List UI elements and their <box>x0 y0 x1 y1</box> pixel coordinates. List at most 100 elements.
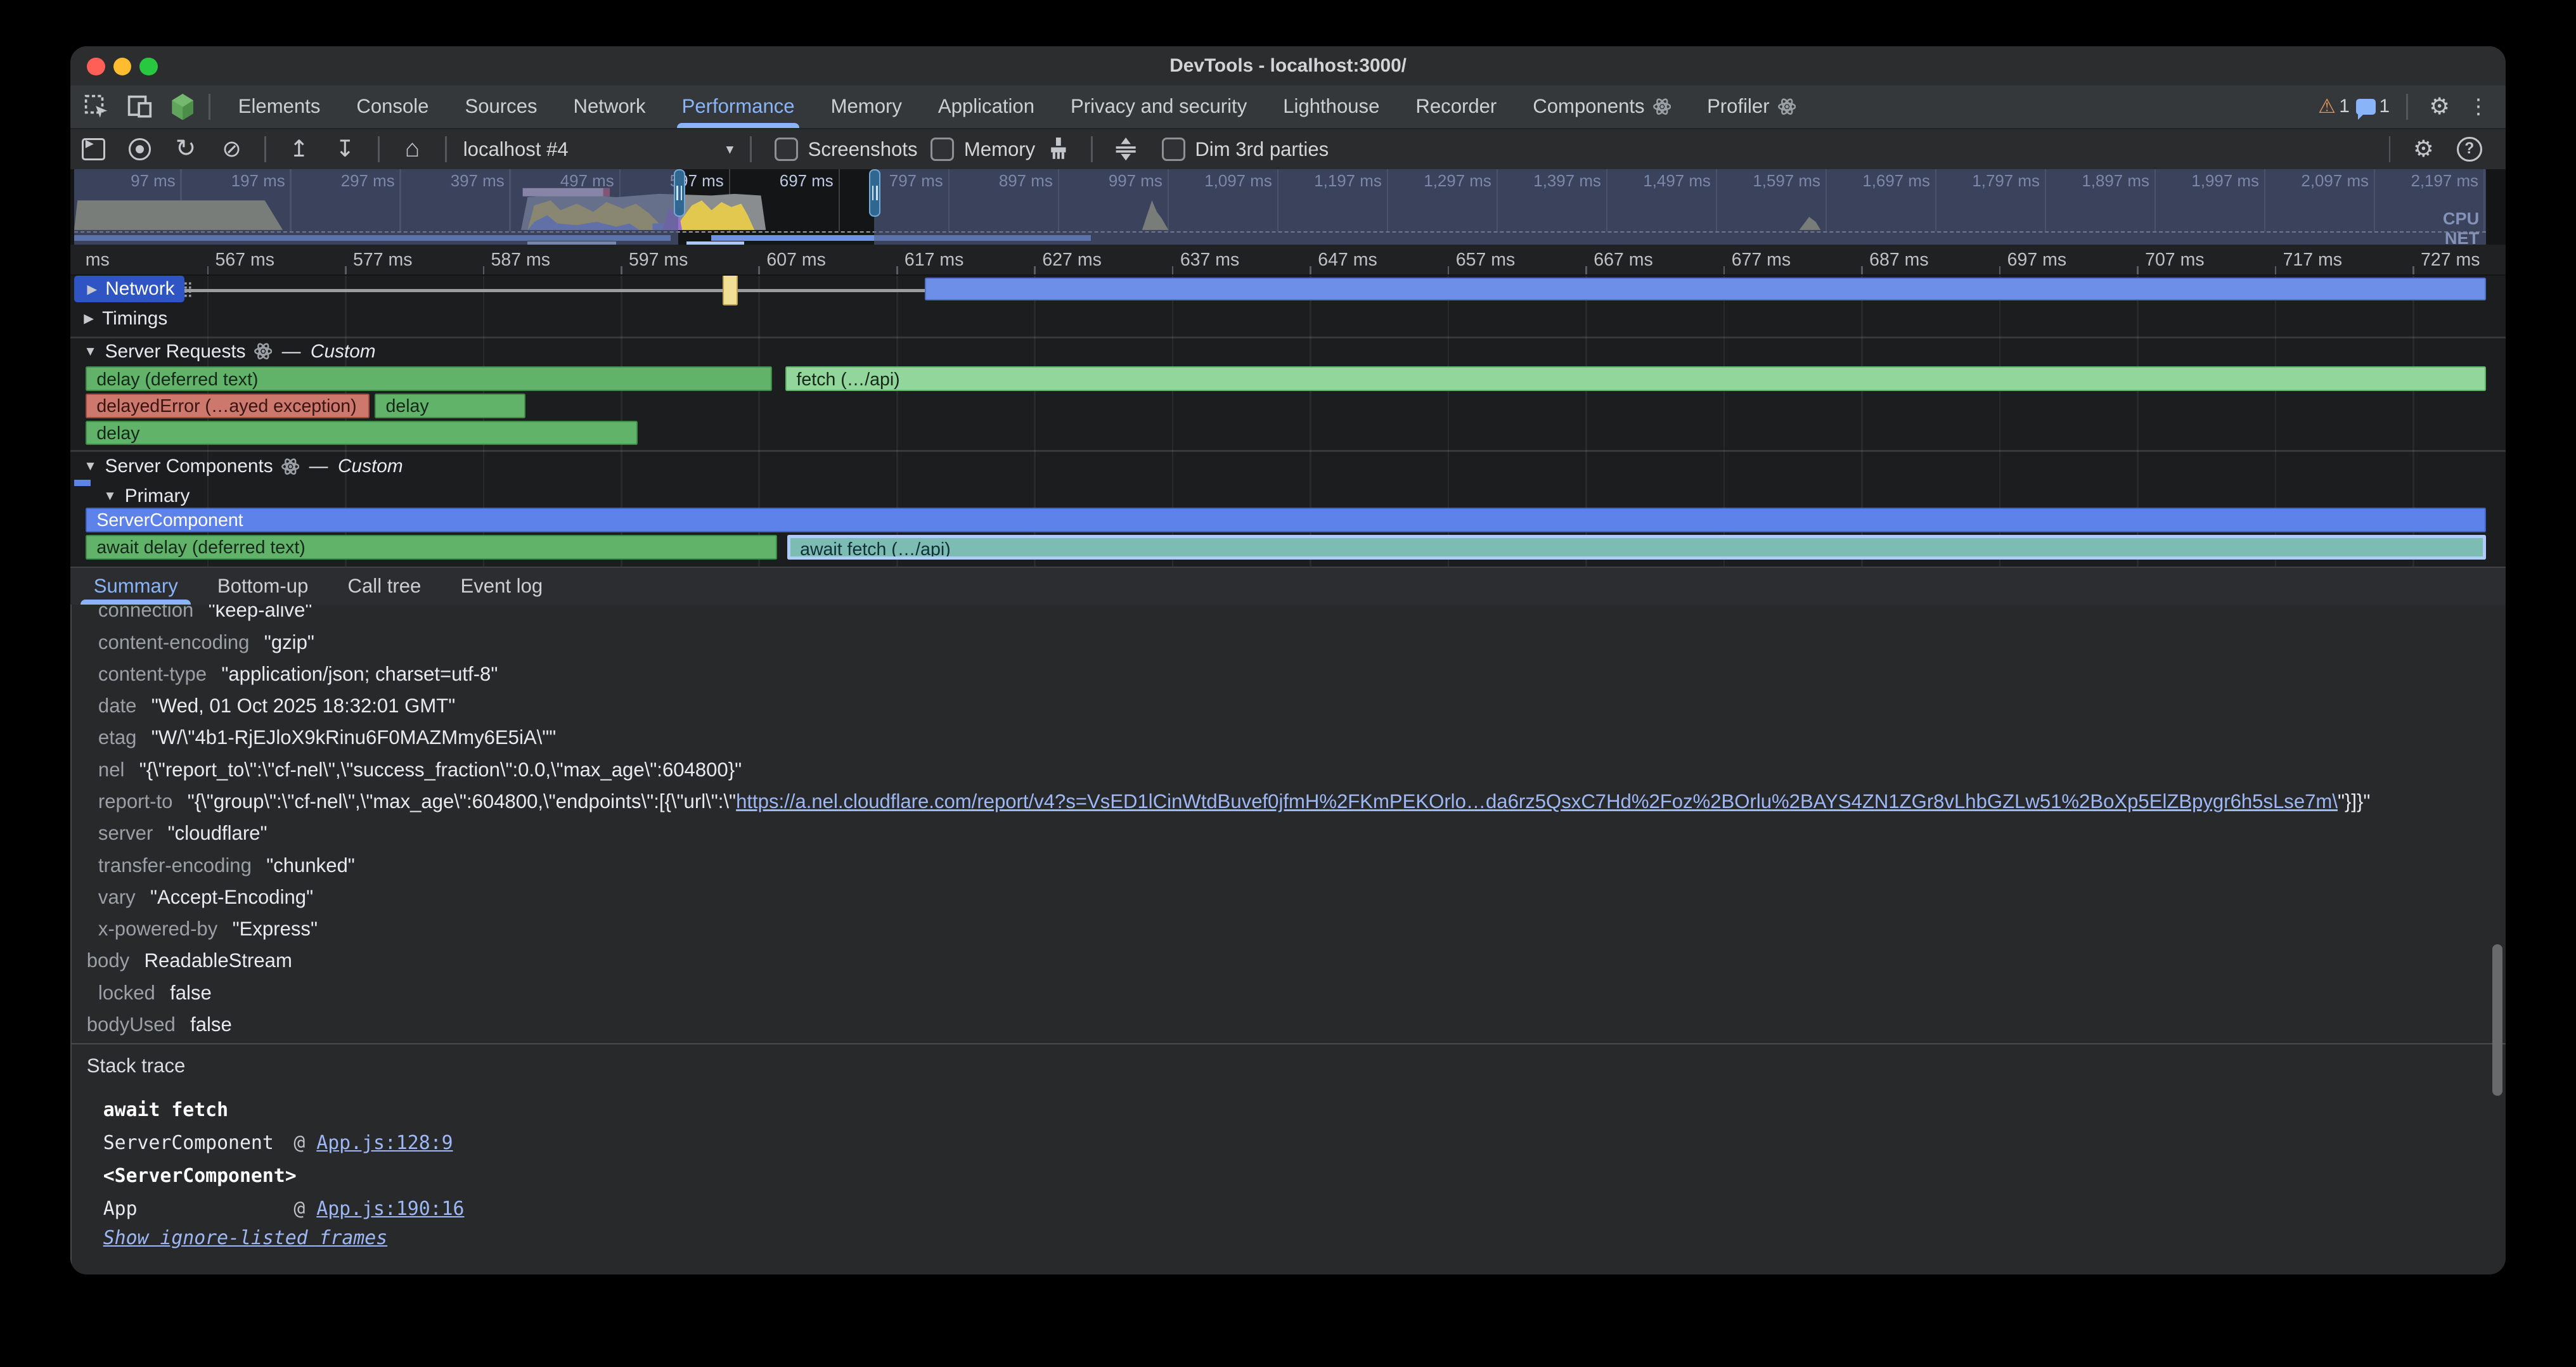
frame-name: ServerComponent <box>103 1132 274 1154</box>
flame-bar[interactable]: delay (deferred text) <box>86 366 772 391</box>
track-server-components[interactable]: ▼ Server Components — Custom <box>70 453 2505 479</box>
show-ignore-listed-frames-link[interactable]: Show ignore-listed frames <box>103 1227 387 1249</box>
details-tab-event-log[interactable]: Event log <box>444 568 559 605</box>
history-select[interactable]: localhost #4 ▾ <box>463 138 733 161</box>
issues-icon[interactable] <box>2356 99 2376 115</box>
header-key: report-to <box>98 790 173 812</box>
dim-3rd-parties-label[interactable]: Dim 3rd parties <box>1195 138 1329 161</box>
details-tab-summary[interactable]: Summary <box>77 568 195 605</box>
tab-profiler[interactable]: Profiler <box>1689 86 1814 128</box>
track-label: Network <box>105 278 174 300</box>
settings-gear-icon[interactable]: ⚙ <box>2429 95 2450 118</box>
tab-console[interactable]: Console <box>338 86 447 128</box>
track-primary[interactable]: ▼ Primary <box>70 483 2505 509</box>
collapse-icon[interactable]: ▼ <box>84 459 97 474</box>
tab-memory[interactable]: Memory <box>813 86 920 128</box>
tab-privacy-and-security[interactable]: Privacy and security <box>1053 86 1265 128</box>
collapse-icon[interactable]: ▼ <box>103 489 117 504</box>
header-key: body <box>87 949 129 972</box>
expand-icon[interactable]: ▶ <box>84 311 94 326</box>
inspect-element-icon[interactable] <box>80 91 113 124</box>
dim-3rd-parties-checkbox[interactable] <box>1162 138 1185 161</box>
ruler-tick <box>2275 266 2277 274</box>
ruler-tick <box>1585 266 1587 274</box>
tab-network[interactable]: Network <box>555 86 664 128</box>
home-icon[interactable]: ⌂ <box>399 136 425 162</box>
tab-lighthouse[interactable]: Lighthouse <box>1265 86 1398 128</box>
flame-bar[interactable]: fetch (…/api) <box>785 366 2486 391</box>
memory-label[interactable]: Memory <box>964 138 1035 161</box>
header-row: vary"Accept-Encoding" <box>87 882 313 913</box>
reload-record-icon[interactable]: ↻ <box>172 136 198 162</box>
network-track-label[interactable]: ▶ Network <box>74 276 184 302</box>
node-icon[interactable] <box>166 91 199 124</box>
collapse-icon[interactable]: ▼ <box>84 344 97 359</box>
source-link[interactable]: App.js:190:16 <box>316 1198 464 1220</box>
track-network[interactable]: ▶ Network ⣿ <box>70 276 2505 302</box>
load-profile-icon[interactable]: ↥ <box>286 136 312 162</box>
flame-bar[interactable]: ServerComponent <box>86 508 2486 532</box>
ruler-tick <box>621 266 622 274</box>
header-value: ReadableStream <box>145 949 292 972</box>
flame-bar[interactable]: await delay (deferred text) <box>86 535 777 560</box>
kebab-menu-icon[interactable]: ⋮ <box>2468 96 2489 118</box>
header-key: transfer-encoding <box>98 854 252 876</box>
tab-elements[interactable]: Elements <box>220 86 338 128</box>
throttling-icon[interactable] <box>1112 136 1138 162</box>
tab-performance[interactable]: Performance <box>664 86 813 128</box>
tab-application[interactable]: Application <box>920 86 1052 128</box>
tab-sources[interactable]: Sources <box>447 86 555 128</box>
details-tabbar: SummaryBottom-upCall treeEvent log <box>70 567 2505 605</box>
flame-bar[interactable]: delayedError (…ayed exception) <box>86 394 370 418</box>
capture-settings-gear-icon[interactable]: ⚙ <box>2410 136 2436 162</box>
selection-handle-left[interactable] <box>674 169 685 217</box>
details-tab-bottom-up[interactable]: Bottom-up <box>201 568 325 605</box>
drag-handle-icon[interactable]: ⣿ <box>183 281 188 298</box>
flame-chart[interactable]: ▶ Network ⣿ ▶ Timings ▼ Server Requests … <box>70 276 2505 567</box>
summary-pane: connection"keep-alive"content-encoding"g… <box>70 605 2505 1043</box>
timeline-overview[interactable]: 97 ms197 ms297 ms397 ms497 ms597 ms697 m… <box>70 169 2505 245</box>
track-label: Server Components <box>105 456 273 477</box>
memory-checkbox[interactable] <box>931 138 954 161</box>
save-profile-icon[interactable]: ↧ <box>332 136 357 162</box>
details-tab-call-tree[interactable]: Call tree <box>332 568 438 605</box>
header-value: "{\"group\":\"cf-nel\",\"max_age\":60480… <box>188 790 2371 812</box>
garbage-collect-icon[interactable] <box>1045 136 1071 162</box>
report-to-link[interactable]: https://a.nel.cloudflare.com/report/v4?s… <box>736 790 2338 812</box>
divider <box>445 136 447 162</box>
overview-mask-left <box>74 169 679 245</box>
divider <box>1091 136 1093 162</box>
flame-bar[interactable]: delay <box>375 394 525 418</box>
flame-bar[interactable]: delay <box>86 421 638 446</box>
ruler-tick <box>2412 266 2414 274</box>
help-icon[interactable]: ? <box>2456 136 2482 162</box>
tab-recorder[interactable]: Recorder <box>1398 86 1515 128</box>
source-link[interactable]: App.js:128:9 <box>316 1132 453 1154</box>
screenshots-checkbox[interactable] <box>775 138 798 161</box>
ruler-tick <box>2137 266 2139 274</box>
scrollbar-thumb[interactable] <box>2492 944 2502 1095</box>
device-toolbar-icon[interactable] <box>123 91 156 124</box>
warning-icon[interactable]: ⚠ <box>2318 95 2336 118</box>
flame-bar[interactable]: await fetch (…/api) <box>787 535 2486 560</box>
expand-icon[interactable]: ▶ <box>87 281 97 297</box>
tab-components[interactable]: Components <box>1515 86 1689 128</box>
header-value: "gzip" <box>264 631 314 653</box>
track-label: Server Requests <box>105 341 246 363</box>
header-row: content-type"application/json; charset=u… <box>87 658 498 690</box>
frame-location: @ App.js:128:9 <box>293 1127 453 1160</box>
timeline-ruler[interactable]: ms 567 ms577 ms587 ms597 ms607 ms617 ms6… <box>70 245 2505 276</box>
tab-label: Performance <box>682 95 795 118</box>
dash: — <box>282 341 301 363</box>
header-key: connection <box>98 605 193 621</box>
selection-handle-right[interactable] <box>869 169 880 217</box>
track-server-requests[interactable]: ▼ Server Requests — Custom <box>70 338 2505 364</box>
toggle-sidebar-icon[interactable] <box>80 136 106 162</box>
clear-icon[interactable]: ⊘ <box>219 136 245 162</box>
record-icon[interactable] <box>127 136 153 162</box>
ruler-tick <box>207 266 209 274</box>
header-row: transfer-encoding"chunked" <box>87 850 355 882</box>
track-timings[interactable]: ▶ Timings <box>70 305 2505 331</box>
header-value: "Accept-Encoding" <box>150 886 313 908</box>
screenshots-label[interactable]: Screenshots <box>808 138 918 161</box>
